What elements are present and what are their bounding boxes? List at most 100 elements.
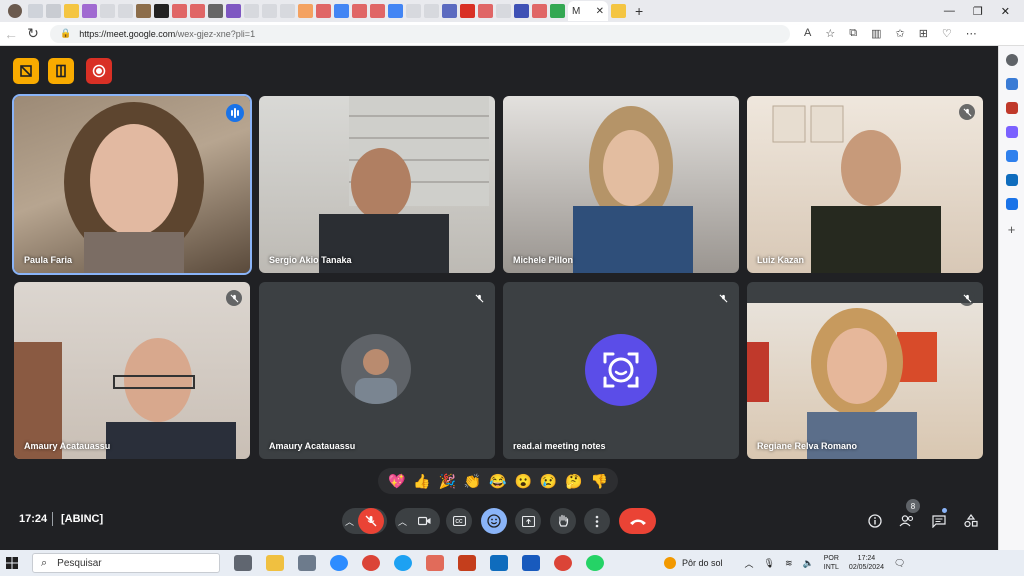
tab-favicon[interactable] <box>154 4 169 18</box>
participant-tile[interactable]: Paula Faria <box>12 94 252 275</box>
chrome-icon[interactable] <box>362 555 380 571</box>
tab-favicon[interactable] <box>478 4 493 18</box>
tab-favicon[interactable] <box>226 4 241 18</box>
tab-favicon[interactable] <box>442 4 457 18</box>
chrome-profile-icon[interactable] <box>554 555 572 571</box>
chat-button[interactable] <box>929 512 949 530</box>
tab-favicon[interactable] <box>460 4 475 18</box>
calculator-icon[interactable] <box>298 555 316 571</box>
file-explorer-icon[interactable] <box>266 555 284 571</box>
sidebar-tag-icon[interactable] <box>1005 78 1018 90</box>
tab-favicon[interactable] <box>370 4 385 18</box>
tab-favicon[interactable] <box>496 4 511 18</box>
taskbar-clock[interactable]: 17:24 02/05/2024 <box>849 554 884 572</box>
meeting-info-badge-icon[interactable] <box>13 58 39 84</box>
tray-expand-icon[interactable]: ︿ <box>745 557 754 570</box>
sidebar-search-icon[interactable] <box>1005 54 1018 66</box>
tab-favicon[interactable] <box>46 4 61 18</box>
microphone-tray-icon[interactable]: 🎙 <box>764 558 775 569</box>
participant-tile[interactable]: Luiz Kazan <box>747 96 983 273</box>
host-controls-icon[interactable] <box>48 58 74 84</box>
whatsapp-icon[interactable] <box>586 555 604 571</box>
weather-widget[interactable]: Pôr do sol <box>664 557 723 569</box>
outlook-icon[interactable] <box>490 555 508 571</box>
tab-favicon[interactable] <box>280 4 295 18</box>
activities-button[interactable] <box>961 512 981 530</box>
powerpoint-icon[interactable] <box>458 555 476 571</box>
tab-favicon[interactable] <box>64 4 79 18</box>
tab-favicon[interactable] <box>611 4 626 18</box>
sidebar-copilot-icon[interactable] <box>1005 150 1018 162</box>
tab-favicon[interactable] <box>406 4 421 18</box>
close-window-icon[interactable]: ✕ <box>1001 5 1010 18</box>
camera-options-chevron-icon[interactable]: ︿ <box>398 515 407 528</box>
taskbar-search[interactable]: ⌕ Pesquisar <box>32 553 220 573</box>
collections-icon[interactable]: ⊞ <box>919 27 928 40</box>
sidebar-outlook-icon[interactable] <box>1005 174 1018 186</box>
tab-favicon[interactable] <box>136 4 151 18</box>
active-tab[interactable]: M ✕ <box>568 1 608 21</box>
mic-off-button[interactable] <box>358 508 384 534</box>
reaction-laugh[interactable]: 😂 <box>489 473 506 490</box>
reaction-thumbs-up[interactable]: 👍 <box>413 473 430 490</box>
profile-avatar[interactable] <box>8 4 22 18</box>
reaction-thumbs-down[interactable]: 👎 <box>591 473 608 490</box>
new-tab-icon[interactable]: + <box>635 3 643 19</box>
tab-favicon[interactable] <box>424 4 439 18</box>
tab-favicon[interactable] <box>550 4 565 18</box>
tab-favicon[interactable] <box>388 4 403 18</box>
present-screen-button[interactable] <box>515 508 541 534</box>
tab-favicon[interactable] <box>532 4 547 18</box>
paint-icon[interactable] <box>426 555 444 571</box>
favorites-icon[interactable]: ✩ <box>895 27 904 40</box>
reload-icon[interactable]: ↻ <box>22 25 44 42</box>
participant-tile[interactable]: Regiane Relva Romano <box>747 282 983 459</box>
tab-close-icon[interactable]: ✕ <box>596 6 604 17</box>
reaction-surprised[interactable]: 😮 <box>515 473 532 490</box>
recording-icon[interactable] <box>86 58 112 84</box>
meeting-details-button[interactable] <box>865 512 885 530</box>
more-icon[interactable]: ⋯ <box>966 27 977 40</box>
participant-tile[interactable]: read.ai meeting notes <box>503 282 739 459</box>
tab-favicon[interactable] <box>316 4 331 18</box>
captions-button[interactable]: CC <box>446 508 472 534</box>
wifi-icon[interactable]: ≋ <box>785 558 793 569</box>
tab-favicon[interactable] <box>262 4 277 18</box>
camera-button[interactable] <box>411 508 437 534</box>
url-field[interactable]: 🔒 https://meet.google.com/wex-gjez-xne?p… <box>50 24 790 43</box>
reactions-button[interactable] <box>481 508 507 534</box>
participant-tile[interactable]: Amaury Acatauassu <box>259 282 495 459</box>
edge-icon[interactable] <box>394 555 412 571</box>
participant-tile[interactable]: Michele Pillon <box>503 96 739 273</box>
lock-icon[interactable]: 🔒 <box>60 28 71 39</box>
extensions-icon[interactable]: ⧉ <box>849 27 857 40</box>
notifications-icon[interactable]: 🗨 <box>894 558 905 569</box>
back-icon[interactable]: ← <box>0 26 22 42</box>
reaction-clap[interactable]: 👏 <box>464 473 481 490</box>
sidebar-add-icon[interactable]: + <box>1008 222 1016 237</box>
tab-favicon[interactable] <box>190 4 205 18</box>
language-indicator[interactable]: POR INTL <box>824 554 839 572</box>
favorite-star-icon[interactable]: ☆ <box>825 27 835 40</box>
tab-favicon[interactable] <box>172 4 187 18</box>
more-options-button[interactable] <box>584 508 610 534</box>
reaction-heart[interactable]: 💖 <box>388 473 405 490</box>
tab-favicon[interactable] <box>334 4 349 18</box>
tab-favicon[interactable] <box>28 4 43 18</box>
task-view-icon[interactable] <box>234 555 252 571</box>
sidebar-briefcase-icon[interactable] <box>1005 102 1018 114</box>
tab-favicon[interactable] <box>244 4 259 18</box>
raise-hand-button[interactable] <box>550 508 576 534</box>
split-screen-icon[interactable]: ▥ <box>871 27 881 40</box>
word-icon[interactable] <box>522 555 540 571</box>
browser-essentials-icon[interactable]: ♡ <box>942 27 952 40</box>
tab-favicon[interactable] <box>298 4 313 18</box>
mic-options-chevron-icon[interactable]: ︿ <box>345 515 354 528</box>
minimize-icon[interactable]: — <box>944 5 955 18</box>
windows-start-icon[interactable] <box>0 557 24 569</box>
reaction-thinking[interactable]: 🤔 <box>565 473 582 490</box>
leave-call-button[interactable] <box>619 508 656 534</box>
tab-favicon[interactable] <box>82 4 97 18</box>
reaction-party[interactable]: 🎉 <box>439 473 456 490</box>
read-aloud-icon[interactable]: A <box>804 27 811 40</box>
